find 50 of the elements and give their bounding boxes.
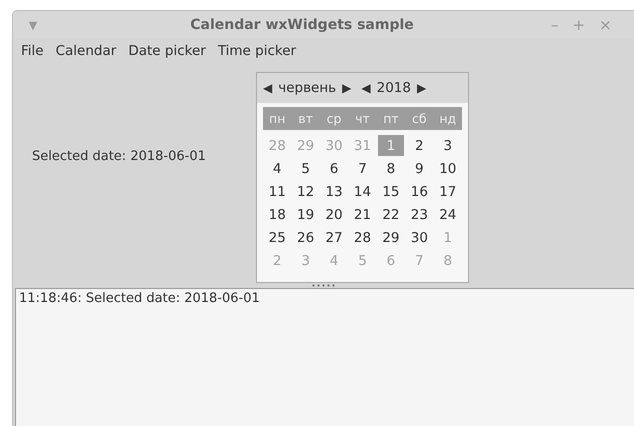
day-cell[interactable]: 19 xyxy=(292,204,319,225)
day-cell[interactable]: 25 xyxy=(264,227,290,248)
menu-item[interactable]: File xyxy=(15,43,50,59)
menu-item[interactable]: Date picker xyxy=(122,43,212,59)
day-cell[interactable]: 12 xyxy=(292,181,319,202)
day-cell[interactable]: 30 xyxy=(406,227,433,248)
day-cell[interactable]: 22 xyxy=(378,204,404,225)
weekday-label: вт xyxy=(297,111,314,126)
day-cell[interactable]: 23 xyxy=(406,204,433,225)
weekday-label: пт xyxy=(382,111,400,126)
next-month-button[interactable]: ▶ xyxy=(340,81,354,95)
weekday-label: чт xyxy=(354,111,371,126)
day-cell[interactable]: 27 xyxy=(320,227,348,248)
day-cell[interactable]: 15 xyxy=(378,181,404,202)
splitter-handle[interactable] xyxy=(311,284,337,287)
day-cell[interactable]: 3 xyxy=(434,135,461,156)
previous-month-button[interactable]: ◀ xyxy=(261,81,274,95)
day-cell[interactable]: 4 xyxy=(264,158,290,179)
day-cell[interactable]: 2 xyxy=(406,135,433,156)
day-cell[interactable]: 10 xyxy=(434,158,461,179)
month-label: червень xyxy=(278,80,336,96)
day-cell[interactable]: 7 xyxy=(349,158,376,179)
day-cell[interactable]: 26 xyxy=(292,227,319,248)
day-cell[interactable]: 6 xyxy=(320,158,348,179)
day-cell[interactable]: 9 xyxy=(406,158,433,179)
day-cell[interactable]: 5 xyxy=(292,158,319,179)
day-cell[interactable]: 8 xyxy=(378,158,404,179)
day-cell[interactable]: 24 xyxy=(434,204,461,225)
day-cell[interactable]: 28 xyxy=(349,227,376,248)
day-cell[interactable]: 16 xyxy=(406,181,433,202)
day-cell[interactable]: 29 xyxy=(378,227,404,248)
weekday-label: пн xyxy=(268,111,286,126)
next-year-button[interactable]: ▶ xyxy=(414,81,428,95)
log-line: 11:18:46: Selected date: 2018-06-01 xyxy=(19,291,261,306)
weekday-label: нд xyxy=(438,111,458,126)
day-cell[interactable]: 17 xyxy=(434,181,461,202)
day-cell[interactable]: 18 xyxy=(264,204,290,225)
day-cell[interactable]: 21 xyxy=(349,204,376,225)
day-cell[interactable]: 11 xyxy=(264,181,290,202)
year-label: 2018 xyxy=(376,80,411,96)
previous-year-button[interactable]: ◀ xyxy=(359,81,373,95)
selected-date-label: Selected date: 2018-06-01 xyxy=(32,149,207,164)
day-cell[interactable]: 14 xyxy=(349,181,376,202)
weekday-label: ср xyxy=(326,111,342,126)
window-title: Calendar wxWidgets sample xyxy=(189,17,415,33)
menu-item[interactable]: Calendar xyxy=(50,43,122,59)
day-cell[interactable]: 13 xyxy=(320,181,348,202)
day-cell[interactable]: 20 xyxy=(320,204,348,225)
weekday-label: сб xyxy=(411,111,428,126)
menu-item[interactable]: Time picker xyxy=(212,43,302,59)
